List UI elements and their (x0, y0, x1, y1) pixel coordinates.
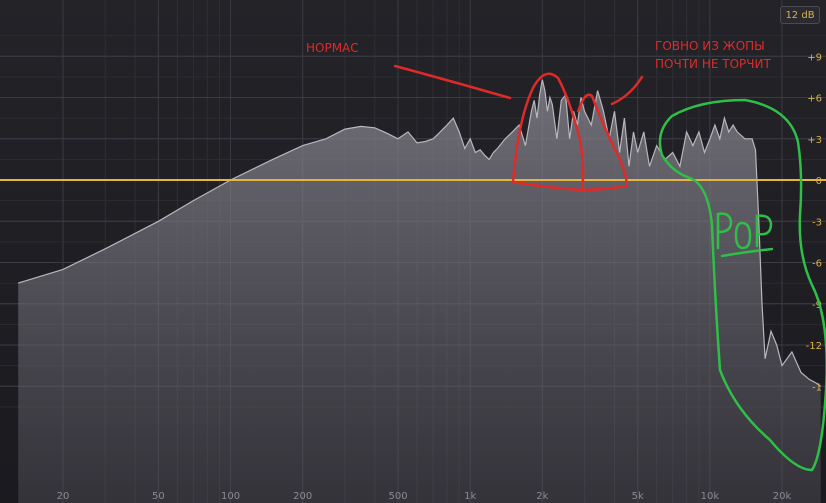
freq-tick-label: 10k (701, 491, 720, 502)
annotation-govno-line2: ПОЧТИ НЕ ТОРЧИТ (655, 57, 771, 71)
freq-tick-label: 1k (464, 491, 476, 502)
freq-tick-label: 200 (293, 491, 312, 502)
db-tick-label: 0 (816, 176, 822, 187)
db-tick-label: +6 (807, 94, 822, 105)
freq-tick-label: 20k (773, 491, 792, 502)
freq-tick-label: 5k (632, 491, 644, 502)
freq-tick-label: 2k (536, 491, 548, 502)
annotation-govno-line1: ГОВНО ИЗ ЖОПЫ (655, 39, 765, 53)
freq-tick-label: 50 (152, 491, 165, 502)
freq-tick-label: 100 (221, 491, 240, 502)
db-range-button[interactable]: 12 dB (780, 6, 820, 24)
db-tick-label: -6 (812, 259, 822, 270)
db-tick-label: -12 (806, 341, 822, 352)
annotation-normas: НОРМАС (306, 41, 359, 55)
db-tick-label: -3 (812, 217, 822, 228)
spectrum-analyzer: +9 +6 +3 0 -3 -6 -9 -12 -1 20 50 100 200 500 1k 2k 5k 10… (0, 0, 826, 503)
freq-tick-label: 20 (57, 491, 70, 502)
spectrum-chart: +9+6+30-3-6-9-12-1 20 50 100 200 500 1k 2k 5k 10… (0, 0, 826, 503)
db-tick-label: +9 (807, 52, 822, 63)
freq-tick-label: 500 (388, 491, 407, 502)
db-tick-label: +3 (807, 135, 822, 146)
db-tick-label: -1 (812, 382, 822, 393)
